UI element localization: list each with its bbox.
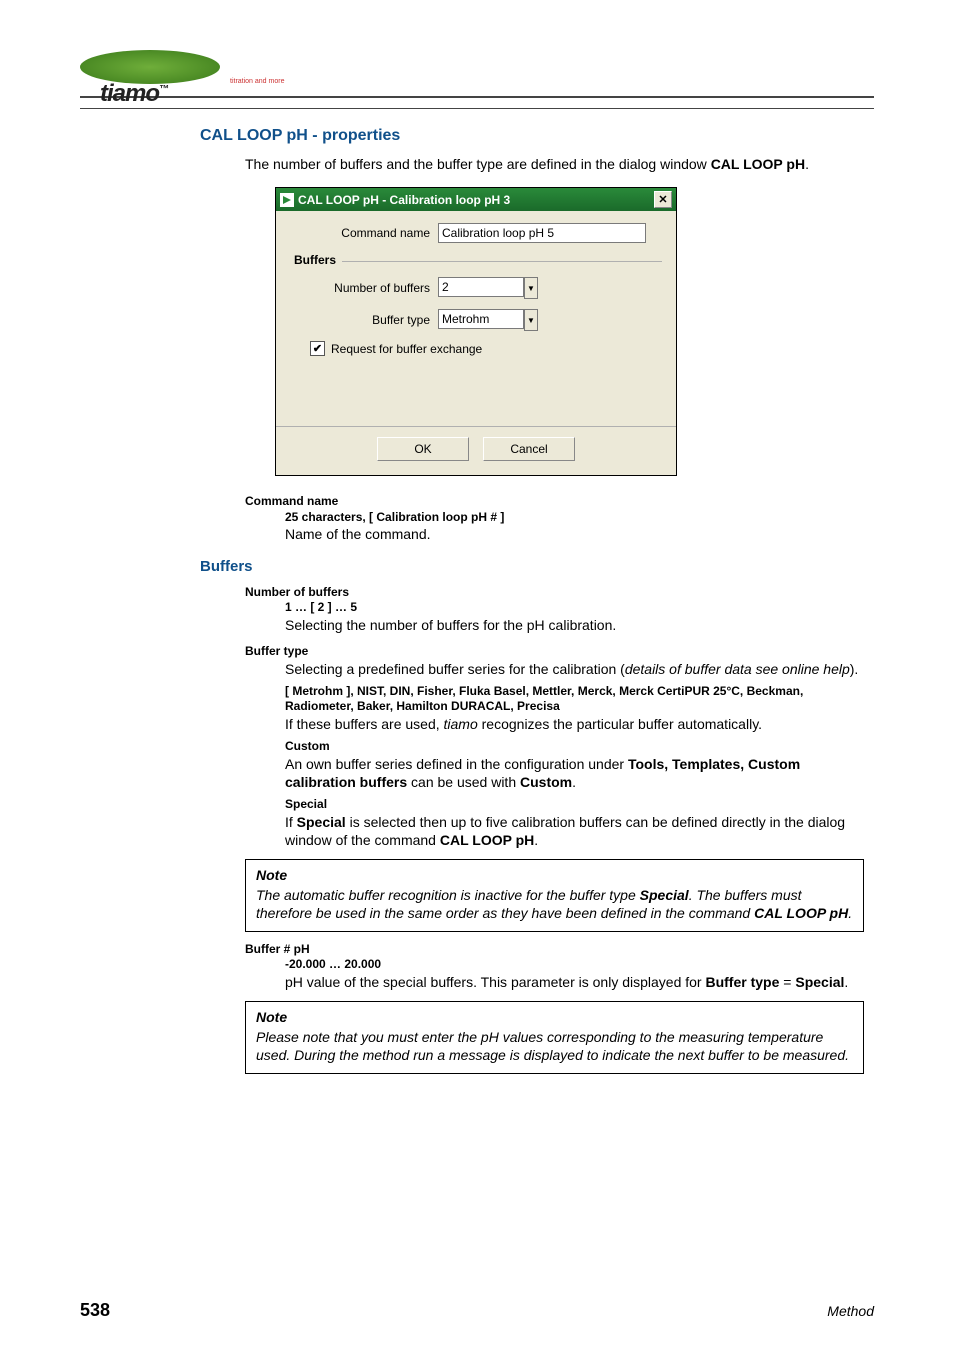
page-number: 538 xyxy=(80,1300,110,1321)
section-title: CAL LOOP pH - properties xyxy=(200,127,874,145)
custom-term: Custom xyxy=(285,739,864,755)
special-term: Special xyxy=(285,797,864,813)
dialog-body: Command name Buffers Number of buffers ▼… xyxy=(276,211,676,475)
number-of-buffers-input[interactable] xyxy=(438,277,524,297)
note-2-body: Please note that you must enter the pH v… xyxy=(256,1028,853,1064)
special-desc: If Special is selected then up to five c… xyxy=(285,813,864,849)
custom-desc: An own buffer series defined in the conf… xyxy=(285,755,864,791)
note1-t3: . xyxy=(848,905,852,921)
row-request-buffer-exchange: ✔ Request for buffer exchange xyxy=(310,341,662,356)
bufferph-range: -20.000 … 20.000 xyxy=(285,957,864,973)
type-list: [ Metrohm ], NIST, DIN, Fisher, Fluka Ba… xyxy=(285,684,864,715)
intro-bold: CAL LOOP pH xyxy=(711,156,805,172)
ok-button[interactable]: OK xyxy=(377,437,469,461)
command-name-desc: Name of the command. xyxy=(285,525,864,543)
dialog-separator xyxy=(276,426,676,427)
command-name-range: 25 characters, [ Calibration loop pH # ] xyxy=(285,510,864,526)
note-2-title: Note xyxy=(256,1008,853,1026)
type-desc-italic: details of buffer data see online help xyxy=(625,661,850,677)
type-list-desc-post: recognizes the particular buffer automat… xyxy=(478,716,762,732)
def-number-of-buffers: Number of buffers 1 … [ 2 ] … 5 Selectin… xyxy=(245,585,864,634)
type-list-desc: If these buffers are used, tiamo recogni… xyxy=(285,715,864,733)
custom-desc-mid: can be used with xyxy=(407,774,520,790)
intro-paragraph: The number of buffers and the buffer typ… xyxy=(245,155,864,173)
intro-text: The number of buffers and the buffer typ… xyxy=(245,156,711,172)
footer: 538 Method xyxy=(80,1300,874,1321)
special-desc-pre: If xyxy=(285,814,297,830)
command-name-label: Command name xyxy=(290,226,438,240)
dialog-title-text: CAL LOOP pH - Calibration loop pH 3 xyxy=(298,193,510,207)
group-buffers: Buffers xyxy=(294,253,662,267)
buffer-type-input[interactable] xyxy=(438,309,524,329)
num-desc: Selecting the number of buffers for the … xyxy=(285,616,864,634)
dialog-icon xyxy=(280,193,294,207)
chevron-down-icon[interactable]: ▼ xyxy=(524,309,538,331)
bufferph-term: Buffer # pH xyxy=(245,942,864,958)
command-name-input[interactable] xyxy=(438,223,646,243)
bufferph-desc-pre: pH value of the special buffers. This pa… xyxy=(285,974,705,990)
special-desc-b2: CAL LOOP pH xyxy=(440,832,534,848)
command-name-term: Command name xyxy=(245,494,864,510)
cancel-button[interactable]: Cancel xyxy=(483,437,575,461)
custom-desc-b2: Custom xyxy=(520,774,572,790)
close-icon[interactable]: ✕ xyxy=(654,191,672,208)
logo-text: tiamo™ xyxy=(100,80,168,107)
dialog-buttons: OK Cancel xyxy=(290,437,662,461)
note-box-1: Note The automatic buffer recognition is… xyxy=(245,859,864,932)
group-buffers-label: Buffers xyxy=(294,253,336,267)
note1-t1: The automatic buffer recognition is inac… xyxy=(256,887,640,903)
bufferph-desc-b1: Buffer type xyxy=(705,974,779,990)
row-buffer-type: Buffer type ▼ xyxy=(290,309,662,331)
type-list-desc-it: tiamo xyxy=(444,716,478,732)
dialog-titlebar: CAL LOOP pH - Calibration loop pH 3 ✕ xyxy=(276,188,676,211)
note1-b2: CAL LOOP pH xyxy=(754,905,848,921)
footer-right: Method xyxy=(827,1303,874,1319)
group-separator xyxy=(342,261,662,262)
def-buffer-ph: Buffer # pH -20.000 … 20.000 pH value of… xyxy=(245,942,864,991)
special-desc-post: . xyxy=(534,832,538,848)
intro-period: . xyxy=(805,156,809,172)
custom-desc-post: . xyxy=(572,774,576,790)
logo-tagline: titration and more xyxy=(230,78,284,85)
logo-oval xyxy=(80,50,220,84)
bufferph-desc-post: . xyxy=(844,974,848,990)
type-term: Buffer type xyxy=(245,644,864,660)
dialog-cal-loop-ph: CAL LOOP pH - Calibration loop pH 3 ✕ Co… xyxy=(275,187,677,476)
custom-desc-pre: An own buffer series defined in the conf… xyxy=(285,756,628,772)
logo-word: tiamo xyxy=(100,80,159,107)
def-command-name: Command name 25 characters, [ Calibratio… xyxy=(245,494,864,543)
note-1-title: Note xyxy=(256,866,853,884)
type-desc: Selecting a predefined buffer series for… xyxy=(285,660,864,678)
buffer-type-label: Buffer type xyxy=(290,313,438,327)
dialog-title: CAL LOOP pH - Calibration loop pH 3 xyxy=(280,193,510,207)
request-buffer-exchange-checkbox[interactable]: ✔ xyxy=(310,341,325,356)
row-command-name: Command name xyxy=(290,223,662,243)
note-1-body: The automatic buffer recognition is inac… xyxy=(256,886,853,922)
def-buffer-type: Buffer type Selecting a predefined buffe… xyxy=(245,644,864,849)
bufferph-desc: pH value of the special buffers. This pa… xyxy=(285,973,864,991)
subhead-buffers: Buffers xyxy=(200,558,874,575)
row-number-of-buffers: Number of buffers ▼ xyxy=(290,277,662,299)
logo-tm: ™ xyxy=(159,84,168,95)
request-buffer-exchange-label: Request for buffer exchange xyxy=(331,342,482,356)
num-term: Number of buffers xyxy=(245,585,864,601)
special-desc-mid: is selected then up to five calibration … xyxy=(285,814,845,848)
num-range: 1 … [ 2 ] … 5 xyxy=(285,600,864,616)
bufferph-desc-b2: Special xyxy=(795,974,844,990)
note-box-2: Note Please note that you must enter the… xyxy=(245,1001,864,1074)
number-of-buffers-label: Number of buffers xyxy=(290,281,438,295)
number-of-buffers-combo[interactable]: ▼ xyxy=(438,277,538,299)
buffer-type-combo[interactable]: ▼ xyxy=(438,309,538,331)
bufferph-desc-eq: = xyxy=(779,974,795,990)
type-desc-pre: Selecting a predefined buffer series for… xyxy=(285,661,625,677)
type-list-desc-pre: If these buffers are used, xyxy=(285,716,444,732)
chevron-down-icon[interactable]: ▼ xyxy=(524,277,538,299)
logo: tiamo™ titration and more xyxy=(80,50,874,90)
page: tiamo™ titration and more CAL LOOP pH - … xyxy=(0,0,954,1351)
special-desc-b1: Special xyxy=(297,814,346,830)
type-desc-post: ). xyxy=(850,661,859,677)
note1-b1: Special xyxy=(640,887,689,903)
